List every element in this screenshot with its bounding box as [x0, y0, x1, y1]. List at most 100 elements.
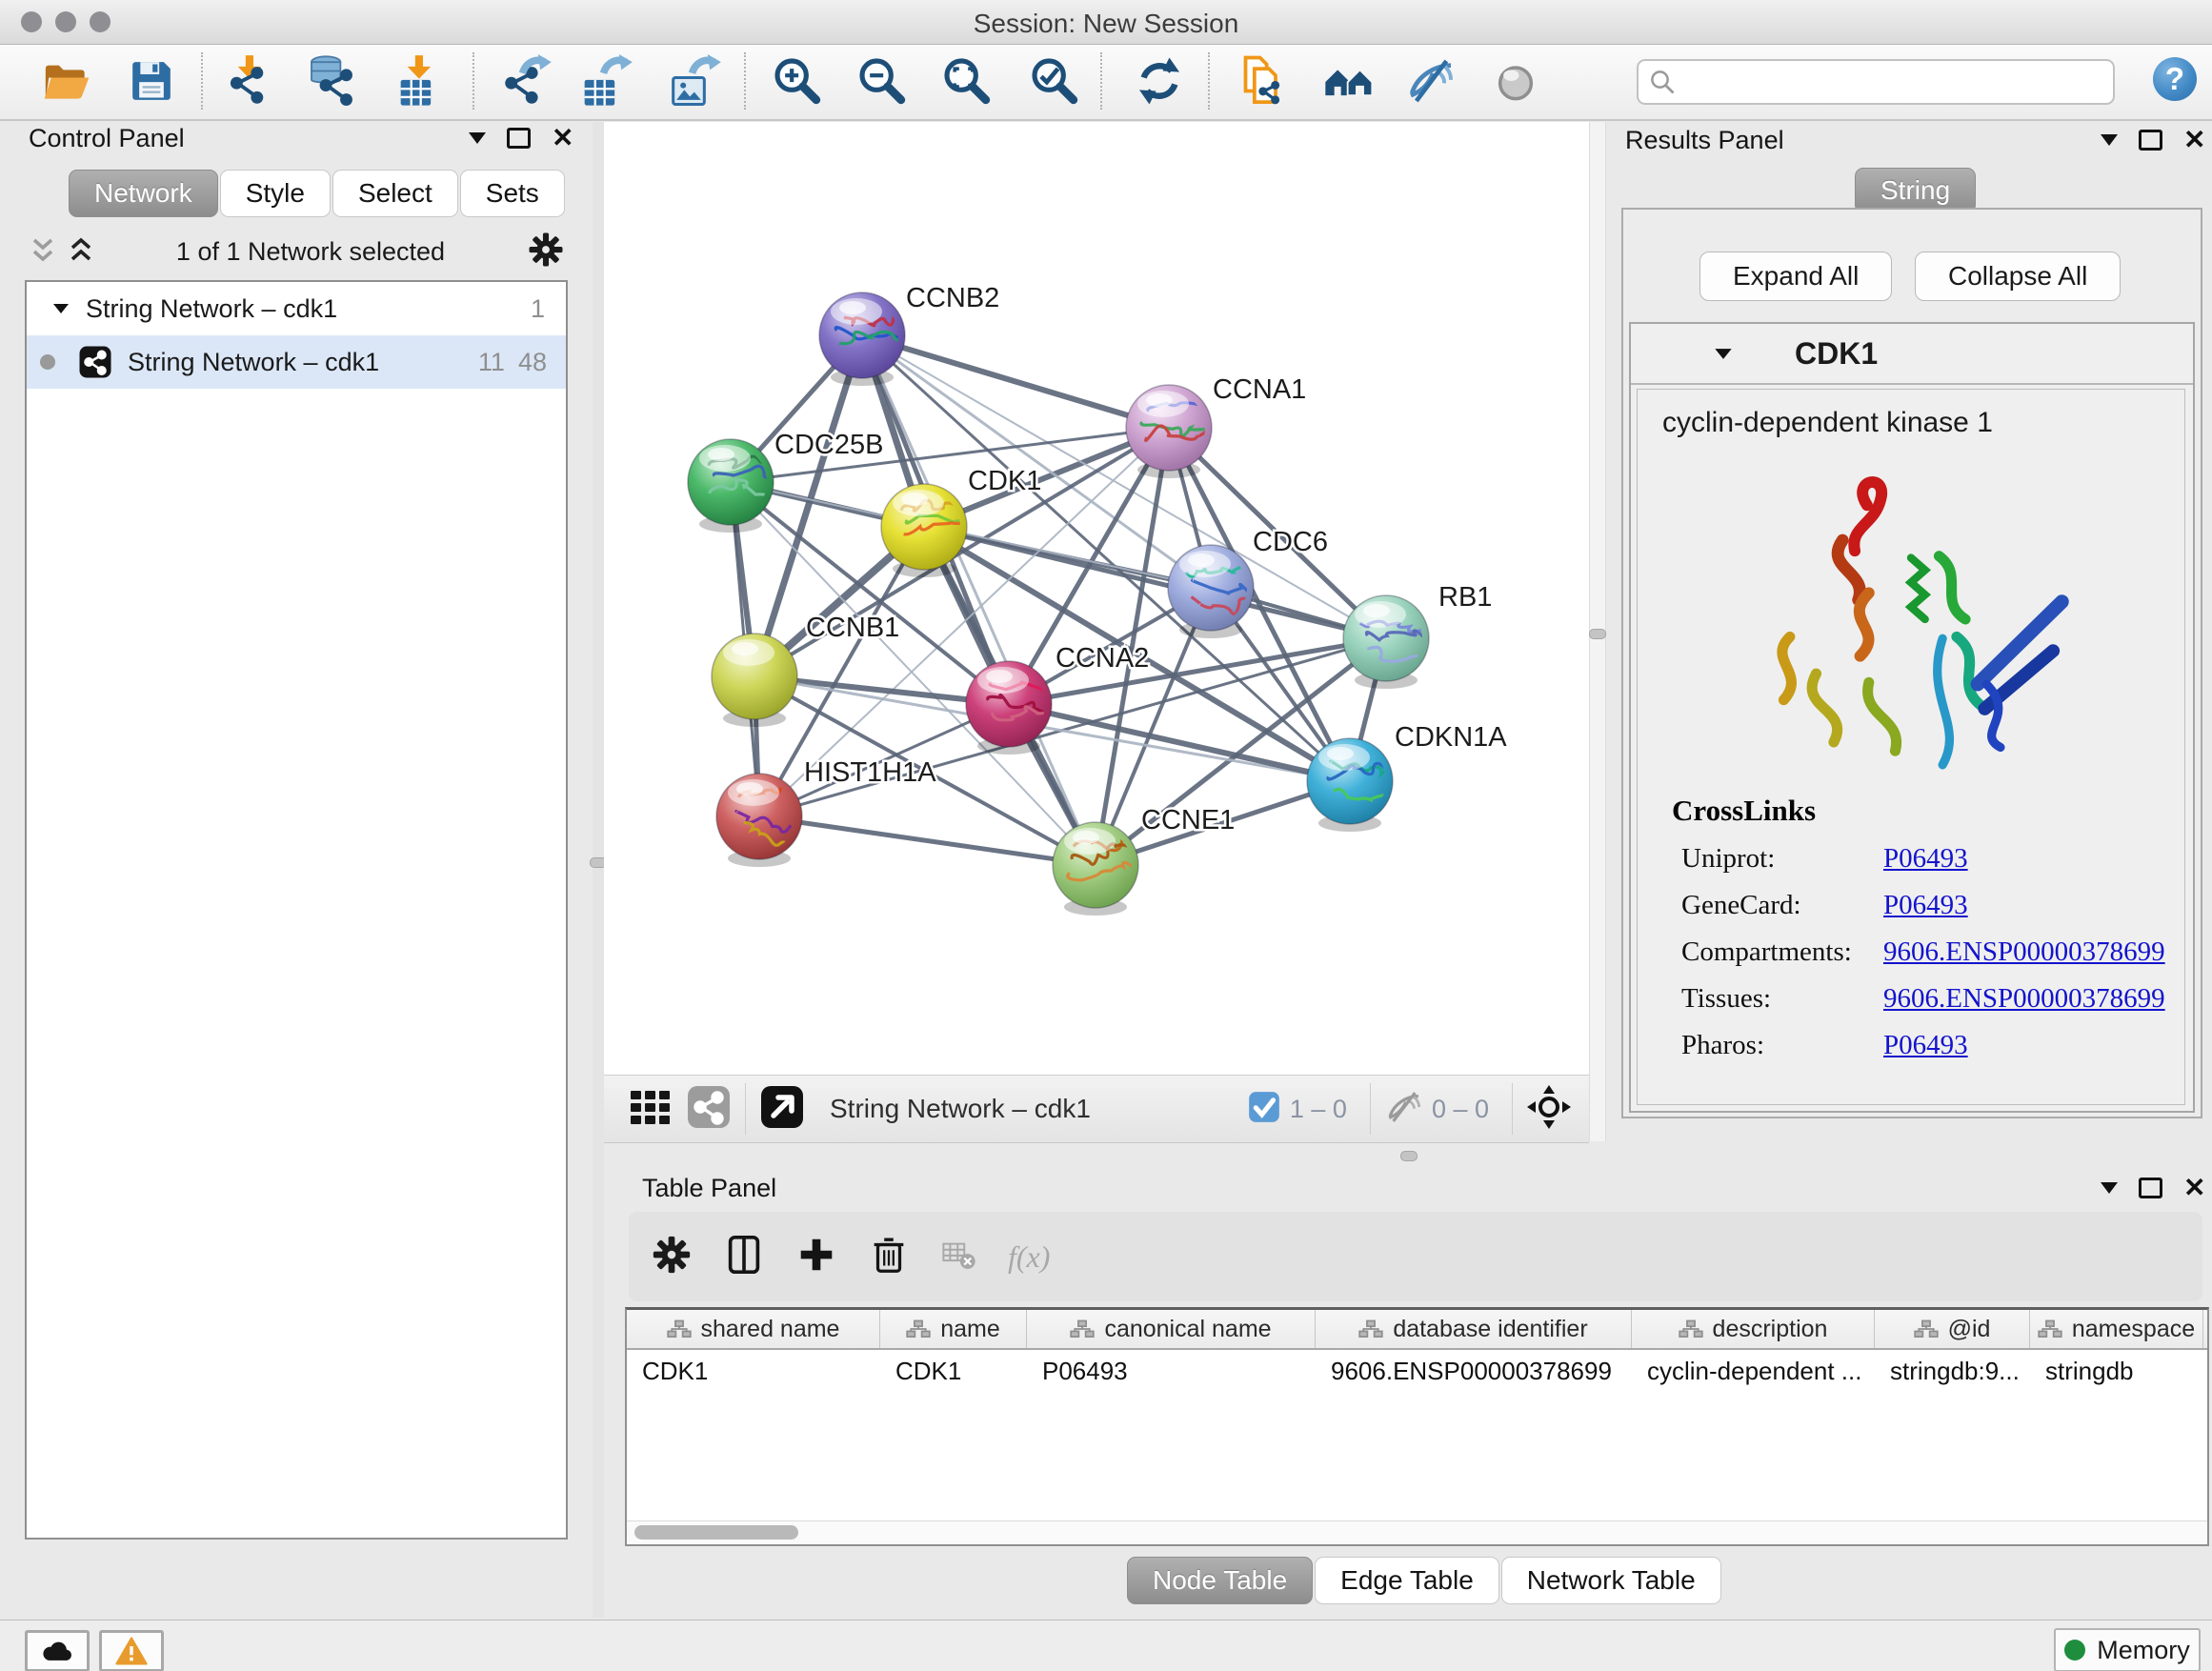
- panel-close-icon[interactable]: ✕: [552, 129, 573, 148]
- network-node-CCNE1[interactable]: CCNE1: [1053, 805, 1235, 916]
- node-label: CCNE1: [1141, 805, 1235, 836]
- warning-button[interactable]: [99, 1630, 164, 1671]
- network-edge[interactable]: [759, 816, 1096, 865]
- selected-checkbox-icon[interactable]: [1246, 1089, 1282, 1130]
- column-header-at-id[interactable]: @id: [1875, 1310, 2030, 1348]
- crosslink-link[interactable]: P06493: [1883, 890, 2184, 921]
- column-label: shared name: [701, 1316, 840, 1343]
- crosslink-link[interactable]: P06493: [1883, 843, 2184, 875]
- delete-column-icon[interactable]: [867, 1233, 911, 1281]
- refresh-icon[interactable]: [1133, 54, 1186, 108]
- column-header-description[interactable]: description: [1632, 1310, 1875, 1348]
- network-node-CDKN1A[interactable]: CDKN1A: [1307, 722, 1507, 832]
- network-node-RB1[interactable]: RB1: [1343, 582, 1492, 689]
- zoom-in-icon[interactable]: [771, 54, 824, 108]
- show-columns-icon[interactable]: [722, 1233, 766, 1281]
- zoom-selected-icon[interactable]: [1028, 54, 1081, 108]
- horizontal-splitter[interactable]: [593, 1141, 2212, 1170]
- hide-graphics-icon[interactable]: [1404, 54, 1458, 108]
- panel-menu-icon[interactable]: [469, 132, 486, 144]
- crosslink-row: Pharos:P06493: [1681, 1030, 2184, 1061]
- collapse-all-button[interactable]: Collapse All: [1915, 252, 2121, 301]
- import-network-icon[interactable]: [220, 54, 273, 108]
- search-input[interactable]: [1677, 67, 2113, 98]
- export-table-icon[interactable]: [580, 54, 633, 108]
- network-edge[interactable]: [862, 335, 1169, 428]
- gene-section-header[interactable]: CDK1: [1631, 324, 2193, 385]
- network-node-CDC25B[interactable]: CDC25B: [688, 430, 883, 533]
- crosslink-label: Tissues:: [1681, 983, 1883, 1015]
- network-edge[interactable]: [1009, 704, 1350, 781]
- crosshair-icon[interactable]: [1526, 1084, 1572, 1135]
- network-node-HIST1H1A[interactable]: HIST1H1A: [716, 757, 936, 867]
- open-in-window-icon[interactable]: [759, 1084, 805, 1135]
- tab-node-table[interactable]: Node Table: [1127, 1557, 1313, 1604]
- network-row[interactable]: String Network – cdk1 11 48: [27, 335, 566, 389]
- hidden-eye-icon[interactable]: [1384, 1087, 1424, 1132]
- export-network-icon[interactable]: [499, 54, 553, 108]
- import-table-icon[interactable]: [390, 54, 443, 108]
- crosslink-link[interactable]: 9606.ENSP00000378699: [1883, 983, 2184, 1015]
- scrollbar-thumb[interactable]: [634, 1525, 798, 1540]
- panel-float-icon[interactable]: [507, 128, 531, 149]
- expand-all-button[interactable]: Expand All: [1699, 252, 1892, 301]
- column-header-database-identifier[interactable]: database identifier: [1316, 1310, 1632, 1348]
- help-button[interactable]: ?: [2153, 57, 2197, 101]
- grid-view-icon[interactable]: [627, 1084, 673, 1135]
- expand-all-icon[interactable]: [67, 232, 95, 272]
- zoom-out-icon[interactable]: [855, 54, 909, 108]
- node-label: CCNB2: [906, 283, 999, 313]
- crosslink-label: GeneCard:: [1681, 890, 1883, 921]
- horizontal-scrollbar[interactable]: [627, 1520, 2207, 1544]
- string-network-icon: [78, 345, 112, 379]
- column-header-shared-name[interactable]: shared name: [627, 1310, 880, 1348]
- import-database-icon[interactable]: [305, 54, 358, 108]
- network-node-CCNA1[interactable]: CCNA1: [1126, 374, 1306, 478]
- crosslink-label: Compartments:: [1681, 936, 1883, 968]
- tab-select[interactable]: Select: [332, 170, 458, 217]
- panel-menu-icon[interactable]: [2101, 1182, 2118, 1194]
- crosslink-link[interactable]: 9606.ENSP00000378699: [1883, 936, 2184, 968]
- panel-close-icon[interactable]: ✕: [2183, 1178, 2205, 1198]
- open-session-icon[interactable]: [40, 54, 93, 108]
- collection-name: String Network – cdk1: [86, 294, 337, 324]
- eye-icon[interactable]: [1489, 54, 1542, 108]
- tab-network[interactable]: Network: [69, 170, 218, 217]
- tab-edge-table[interactable]: Edge Table: [1315, 1557, 1499, 1604]
- search-field[interactable]: [1637, 59, 2115, 105]
- share-view-icon[interactable]: [686, 1084, 732, 1135]
- memory-button[interactable]: Memory: [2054, 1628, 2201, 1671]
- string-query-icon[interactable]: [1236, 54, 1289, 108]
- toolbar-divider: [744, 52, 746, 110]
- network-collection-row[interactable]: String Network – cdk1 1: [27, 282, 566, 335]
- column-header-namespace[interactable]: namespace: [2030, 1310, 2203, 1348]
- panel-float-icon[interactable]: [2139, 1178, 2162, 1198]
- homes-icon[interactable]: [1323, 54, 1377, 108]
- column-header-name[interactable]: name: [880, 1310, 1027, 1348]
- panel-menu-icon[interactable]: [2101, 134, 2118, 146]
- collection-count: 1: [531, 294, 545, 324]
- collapse-all-icon[interactable]: [29, 232, 57, 272]
- crosslink-link[interactable]: P06493: [1883, 1030, 2184, 1061]
- table-tabs: Node TableEdge TableNetwork Table: [1127, 1557, 1721, 1604]
- cloud-button[interactable]: [25, 1630, 90, 1671]
- network-view[interactable]: CCNB2CCNA1CDC25BCDK1CDC6RB1CCNB1CCNA2CDK…: [604, 122, 1589, 1075]
- gear-icon[interactable]: [526, 230, 566, 274]
- export-image-icon[interactable]: [669, 54, 722, 108]
- add-column-icon[interactable]: [794, 1233, 838, 1281]
- tab-style[interactable]: Style: [220, 170, 331, 217]
- save-session-icon[interactable]: [125, 54, 178, 108]
- column-header-canonical-name[interactable]: canonical name: [1027, 1310, 1316, 1348]
- splitter-handle[interactable]: [1400, 1151, 1418, 1161]
- gear-icon[interactable]: [650, 1233, 694, 1281]
- table-row[interactable]: CDK1CDK1P064939606.ENSP00000378699cyclin…: [627, 1350, 2207, 1392]
- panel-float-icon[interactable]: [2139, 130, 2162, 151]
- panel-close-icon[interactable]: ✕: [2183, 131, 2205, 150]
- gene-description: cyclin-dependent kinase 1: [1662, 407, 2184, 439]
- tab-network-table[interactable]: Network Table: [1501, 1557, 1721, 1604]
- network-node-CDC6[interactable]: CDC6: [1168, 527, 1328, 638]
- column-label: database identifier: [1393, 1316, 1587, 1343]
- tab-sets[interactable]: Sets: [460, 170, 565, 217]
- zoom-fit-icon[interactable]: [940, 54, 994, 108]
- tab-string[interactable]: String: [1855, 168, 1976, 213]
